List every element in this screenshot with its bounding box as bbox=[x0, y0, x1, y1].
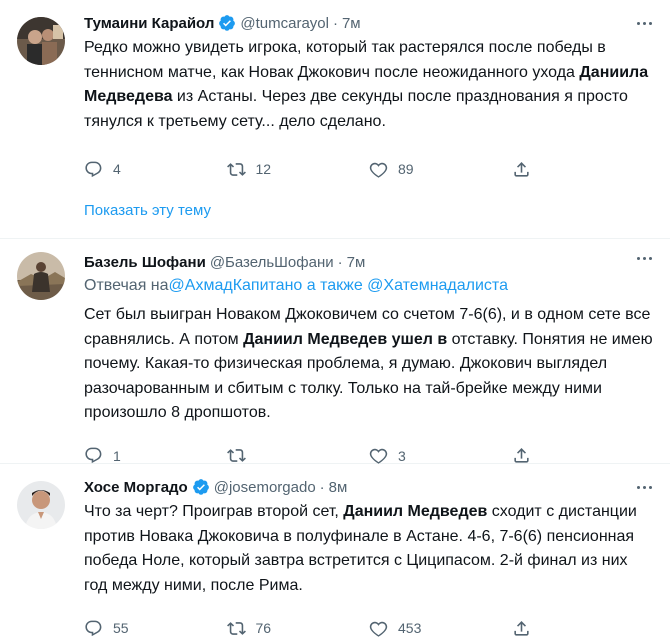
tweet-time[interactable]: 7м bbox=[342, 15, 361, 32]
share-button[interactable] bbox=[512, 619, 655, 638]
replying-to: Отвечая на@АхмадКапитано а также @Хатемн… bbox=[84, 275, 654, 297]
author-handle[interactable]: @josemorgado bbox=[214, 479, 316, 496]
retweet-icon bbox=[226, 162, 246, 176]
heart-icon bbox=[369, 162, 388, 178]
tweet-time[interactable]: 7м bbox=[347, 254, 366, 271]
tweet-text: Сет был выигран Новаком Джоковичем со сч… bbox=[84, 303, 654, 426]
share-icon bbox=[513, 161, 529, 177]
retweet-button[interactable]: 76 bbox=[226, 619, 370, 638]
tweet-3[interactable]: Хосе Моргадо @josemorgado · 8м Что за че… bbox=[0, 464, 670, 637]
separator-dot: · bbox=[319, 478, 325, 496]
text-highlight: Даниил Медведев bbox=[343, 503, 488, 520]
tweet-text: Что за черт? Проиграв второй сет, Даниил… bbox=[84, 500, 654, 598]
retweet-icon bbox=[226, 621, 246, 635]
tweet-actions: 4 12 89 bbox=[84, 158, 654, 180]
avatar-josemorgado[interactable] bbox=[17, 481, 65, 529]
retweet-count: 12 bbox=[255, 161, 272, 177]
more-options-button[interactable] bbox=[637, 257, 652, 260]
author-name[interactable]: Базель Шофани bbox=[84, 254, 206, 271]
heart-icon bbox=[369, 448, 388, 464]
like-count: 89 bbox=[398, 161, 414, 177]
like-button[interactable]: 3 bbox=[369, 446, 512, 465]
replying-to-label: Отвечая на bbox=[84, 277, 169, 294]
replying-to-users-link[interactable]: @АхмадКапитано а также @Хатемнадалиста bbox=[169, 277, 508, 294]
reply-count: 4 bbox=[113, 161, 121, 177]
separator-dot: · bbox=[332, 14, 338, 32]
comment-icon bbox=[85, 447, 102, 464]
retweet-button[interactable]: 12 bbox=[226, 160, 370, 179]
share-icon bbox=[513, 448, 529, 463]
like-count: 3 bbox=[398, 447, 406, 464]
like-button[interactable]: 453 bbox=[369, 619, 512, 638]
author-handle[interactable]: @БазельШофани bbox=[210, 254, 334, 271]
retweet-button[interactable] bbox=[226, 446, 370, 465]
reply-button[interactable]: 1 bbox=[84, 446, 227, 465]
tweet-header: Хосе Моргадо @josemorgado · 8м bbox=[84, 476, 654, 498]
comment-icon bbox=[85, 620, 102, 636]
heart-icon bbox=[369, 621, 388, 637]
tweet-header: Тумаини Карайол @tumcarayol · 7м bbox=[84, 12, 654, 34]
like-button[interactable]: 89 bbox=[369, 160, 512, 179]
reply-button[interactable]: 4 bbox=[84, 160, 227, 179]
tweet-2[interactable]: Базель Шофани @БазельШофани · 7м Отвечая… bbox=[0, 239, 670, 465]
text-segment: Что за черт? Проиграв второй сет, bbox=[84, 503, 344, 520]
text-segment: Редко можно увидеть игрока, который так … bbox=[84, 39, 606, 81]
tweet-1[interactable]: Тумаини Карайол @tumcarayol · 7м Редко м… bbox=[0, 0, 670, 183]
tweet-header: Базель Шофани @БазельШофани · 7м bbox=[84, 251, 654, 273]
avatar-tumcarayol[interactable] bbox=[17, 17, 65, 65]
show-thread-link[interactable]: Показать эту тему bbox=[0, 183, 670, 238]
reply-count: 1 bbox=[113, 447, 121, 464]
tweet-actions: 55 76 453 bbox=[84, 617, 654, 639]
separator-dot: · bbox=[337, 253, 343, 271]
avatar-basel-shofani[interactable] bbox=[17, 252, 65, 300]
comment-icon bbox=[85, 161, 102, 177]
author-name[interactable]: Хосе Моргадо bbox=[84, 479, 188, 496]
share-button[interactable] bbox=[512, 446, 655, 465]
verified-badge-icon bbox=[192, 479, 209, 495]
share-icon bbox=[513, 620, 529, 636]
verified-badge-icon bbox=[219, 15, 236, 31]
tweet-time[interactable]: 8м bbox=[329, 479, 348, 496]
author-handle[interactable]: @tumcarayol bbox=[240, 15, 329, 32]
author-name[interactable]: Тумаини Карайол bbox=[84, 15, 214, 32]
reply-button[interactable]: 55 bbox=[84, 619, 227, 638]
retweet-icon bbox=[226, 449, 246, 462]
more-options-button[interactable] bbox=[637, 22, 652, 25]
text-highlight: Даниил Медведев ушел в bbox=[243, 330, 448, 348]
tweet-text: Редко можно увидеть игрока, который так … bbox=[84, 36, 654, 134]
more-options-button[interactable] bbox=[637, 486, 652, 489]
share-button[interactable] bbox=[512, 160, 655, 179]
